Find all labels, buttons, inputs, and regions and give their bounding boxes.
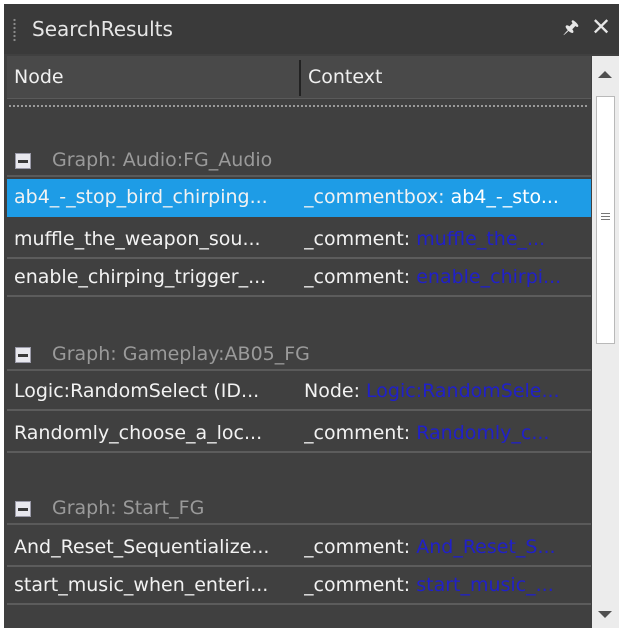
context-match: Randomly_c... [416,422,550,444]
result-row[interactable]: And_Reset_Sequentialize... _comment: And… [7,529,591,567]
node-cell: start_music_when_enteri... [14,574,269,596]
scroll-up-icon[interactable] [598,71,612,78]
group-label: Graph: Start_FG [52,497,205,519]
context-match: ab4_-_sto... [450,186,559,208]
context-match: enable_chirpi... [416,266,562,288]
context-match: muffle_the_... [416,228,546,250]
close-icon[interactable]: ✕ [589,14,613,40]
column-header-context[interactable]: Context [308,56,382,98]
scrollbar-thumb[interactable] [596,96,615,344]
context-match: Logic:RandomSele... [366,380,560,402]
result-row[interactable]: Logic:RandomSelect (ID... Node: Logic:Ra… [7,373,591,411]
collapse-icon[interactable] [15,347,31,363]
node-cell: ab4_-_stop_bird_chirping... [14,186,268,208]
context-cell: _comment: enable_chirpi... [304,259,589,295]
context-cell: Node: Logic:RandomSele... [304,373,589,409]
context-match: start_music_... [416,574,554,596]
result-row[interactable]: ab4_-_stop_bird_chirping... _commentbox:… [7,179,591,217]
node-cell: muffle_the_weapon_sou... [14,228,261,250]
node-cell: Randomly_choose_a_loc... [14,422,263,444]
context-prefix: Node: [304,380,367,402]
context-prefix: _commentbox: [304,186,451,208]
context-cell: _comment: muffle_the_... [304,221,589,257]
results-list: Graph: Audio:FG_Audio ab4_-_stop_bird_ch… [7,99,591,628]
result-row[interactable]: muffle_the_weapon_sou... _comment: muffl… [7,221,591,259]
context-prefix: _comment: [304,536,417,558]
result-row[interactable]: enable_chirping_trigger_... _comment: en… [7,259,591,297]
context-prefix: _comment: [304,574,417,596]
context-prefix: _comment: [304,228,417,250]
collapse-icon[interactable] [15,153,31,169]
search-results-panel: SearchResults 🖈 ✕ Node Context Graph: Au… [4,4,619,628]
result-row[interactable]: start_music_when_enteri... _comment: sta… [7,567,591,605]
context-cell: _comment: start_music_... [304,567,589,603]
panel-titlebar[interactable]: SearchResults 🖈 ✕ [4,4,619,54]
context-match: And_Reset_S... [416,536,556,558]
node-cell: enable_chirping_trigger_... [14,266,267,288]
context-cell: _comment: Randomly_c... [304,415,589,451]
group-header[interactable]: Graph: Audio:FG_Audio [7,139,591,177]
column-header-node[interactable]: Node [14,56,64,98]
context-prefix: _comment: [304,266,417,288]
group-header[interactable]: Graph: Start_FG [7,487,591,525]
drag-grip-icon[interactable] [13,18,16,42]
context-prefix: _comment: [304,422,417,444]
thumb-grip-icon [601,213,610,221]
node-cell: Logic:RandomSelect (ID... [14,380,260,402]
context-cell: _commentbox: ab4_-_sto... [304,179,589,215]
result-row[interactable]: Randomly_choose_a_loc... _comment: Rando… [7,415,591,453]
scroll-down-icon[interactable] [598,611,612,618]
context-cell: _comment: And_Reset_S... [304,529,589,565]
group-header[interactable]: Graph: Gameplay:AB05_FG [7,333,591,371]
column-divider[interactable] [299,60,301,96]
pin-icon[interactable]: 🖈 [561,16,581,40]
column-header: Node Context [7,56,591,99]
node-cell: And_Reset_Sequentialize... [14,536,270,558]
panel-title: SearchResults [32,17,173,41]
vertical-scrollbar[interactable] [592,56,619,628]
collapse-icon[interactable] [15,501,31,517]
group-label: Graph: Gameplay:AB05_FG [52,343,310,365]
focus-dotted-line [9,105,589,107]
group-label: Graph: Audio:FG_Audio [52,149,273,171]
